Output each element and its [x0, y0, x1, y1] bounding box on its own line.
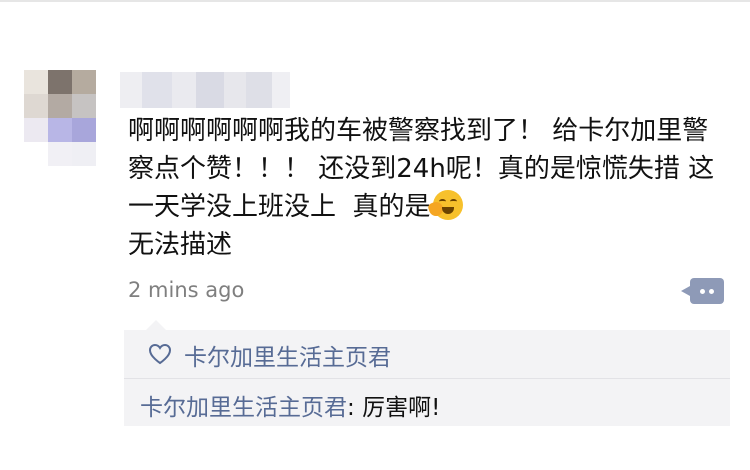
likes-row: 卡尔加里生活主页君	[124, 330, 730, 379]
post-text: 啊啊啊啊啊啊我的车被警察找到了！ 给卡尔加里警察点个赞！！！ 还没到24h呢！真…	[128, 112, 718, 264]
post-timestamp: 2 mins ago	[128, 278, 245, 302]
avatar[interactable]	[24, 70, 96, 166]
comment-text: 厉害啊!	[362, 395, 441, 421]
username-blurred[interactable]	[120, 72, 290, 108]
comment-more-icon[interactable]	[681, 278, 724, 304]
comment-separator: :	[347, 395, 363, 421]
heart-outline-icon	[148, 343, 172, 365]
liker-name-link[interactable]: 卡尔加里生活主页君	[184, 338, 391, 372]
comment-item[interactable]: 卡尔加里生活主页君: 厉害啊!	[140, 388, 440, 422]
likes-comments-panel: 卡尔加里生活主页君 卡尔加里生活主页君: 厉害啊!	[124, 320, 730, 426]
face-with-hand-over-mouth-emoji-icon	[426, 190, 463, 220]
moments-post: 啊啊啊啊啊啊我的车被警察找到了！ 给卡尔加里警察点个赞！！！ 还没到24h呢！真…	[0, 0, 750, 470]
post-text-part-1: 啊啊啊啊啊啊我的车被警察找到了！ 给卡尔加里警察点个赞！！！ 还没到24h呢！真…	[128, 116, 715, 222]
post-text-part-2: 无法描述	[128, 230, 233, 260]
comment-author-link[interactable]: 卡尔加里生活主页君	[140, 395, 347, 421]
